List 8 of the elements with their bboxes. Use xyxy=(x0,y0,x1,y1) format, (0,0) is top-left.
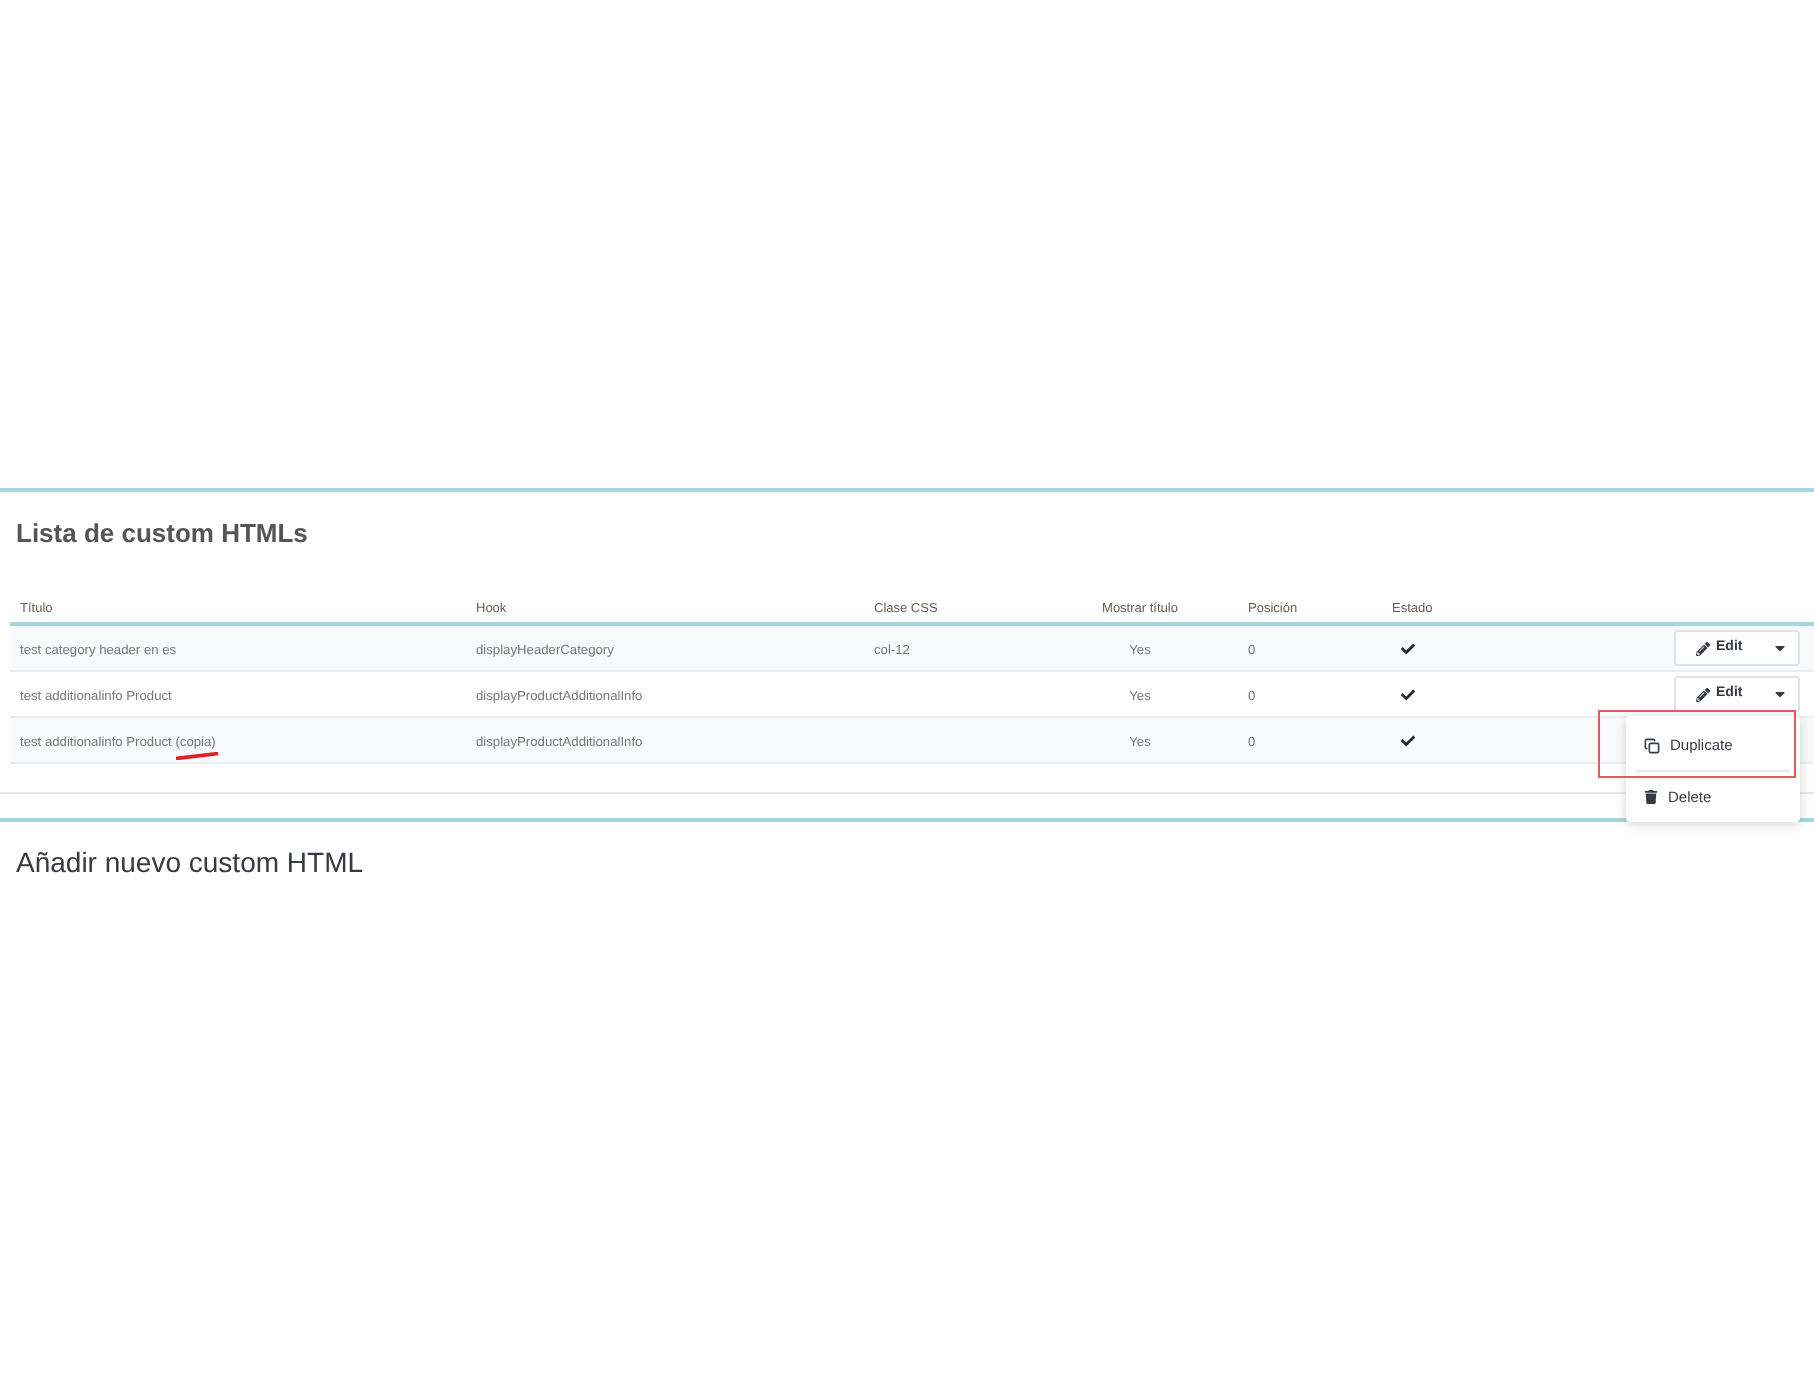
copy-icon xyxy=(1644,737,1660,753)
pencil-icon xyxy=(1696,641,1710,655)
caret-icon xyxy=(1772,686,1788,702)
pencil-icon xyxy=(1696,687,1710,701)
trash-icon xyxy=(1644,790,1658,804)
caret-icon xyxy=(1772,640,1788,656)
panel-title: Añadir nuevo custom HTML xyxy=(16,844,366,882)
panel-title: Lista de custom HTMLs xyxy=(16,516,310,552)
